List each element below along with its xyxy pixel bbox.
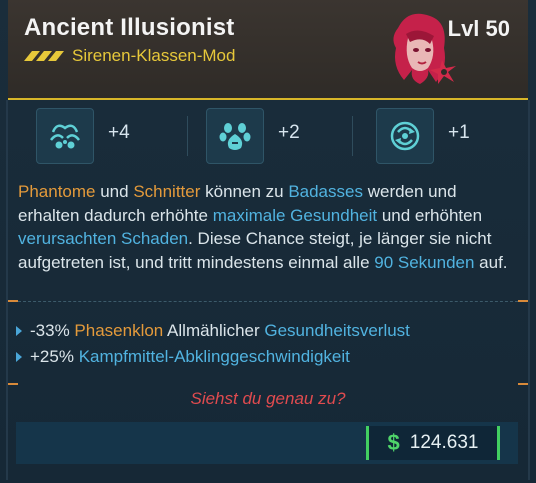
keyword-90-seconds: 90 Sekunden: [374, 252, 475, 272]
stat-icon-box: [376, 108, 434, 164]
list-item: -33% Phasenklon Allmählicher Gesundheits…: [16, 318, 516, 344]
stat-bonus-2: +2: [188, 106, 348, 164]
bullet-arrow-icon: [16, 352, 22, 362]
modifier-value: -33%: [30, 321, 75, 340]
stat-bonus-1: +4: [18, 106, 178, 164]
keyword-phasenklon: Phasenklon: [74, 321, 164, 340]
price-value: 124.631: [409, 432, 479, 453]
desc-text: können zu: [200, 182, 289, 201]
keyword-max-health: maximale Gesundheit: [212, 205, 378, 225]
price-display: $ 124.631: [366, 426, 500, 460]
stat-bonus-3: +1: [358, 106, 518, 164]
divider-mark-right: [518, 300, 528, 302]
item-title: Ancient Illusionist: [24, 14, 235, 41]
stat-modifier-list: -33% Phasenklon Allmählicher Gesundheits…: [16, 318, 516, 370]
item-type: Sirenen-Klassen-Mod: [72, 46, 236, 65]
stat-bonus-value: +1: [448, 122, 470, 143]
modifier-text: Allmählicher: [163, 321, 265, 340]
stat-bonus-value: +2: [278, 122, 300, 143]
bullet-arrow-icon: [16, 326, 22, 336]
item-description: Phantome und Schnitter können zu Badasse…: [18, 180, 518, 274]
stat-bonus-row: +4 +2 +1: [18, 106, 518, 166]
flavor-text: Siehst du genau zu?: [190, 389, 346, 408]
paw-icon: [219, 123, 251, 150]
item-type-row: Sirenen-Klassen-Mod: [24, 46, 235, 66]
stat-icon-box: [36, 108, 94, 164]
card-border-left: [6, 100, 8, 480]
keyword-damage-dealt: verursachten Schaden: [18, 229, 189, 248]
stat-separator: [352, 116, 353, 156]
keyword-schnitter: Schnitter: [133, 182, 201, 201]
keyword-health-loss: Gesundheitsverlust: [264, 321, 410, 340]
cycle-icon: [390, 121, 420, 151]
card-border-right: [528, 100, 530, 480]
desc-text: auf.: [474, 252, 508, 272]
keyword-phantome: Phantome: [18, 182, 96, 201]
section-divider: [18, 301, 518, 302]
divider-mark-left: [8, 383, 18, 385]
stat-icon-box: [206, 108, 264, 164]
siren-portrait-icon: [393, 13, 456, 84]
price-bar: $ 124.631: [16, 422, 518, 464]
keyword-ordnance-cooldown: Kampfmittel-Abklinggeschwindigkeit: [78, 347, 350, 366]
divider-mark-right: [518, 383, 528, 385]
desc-text: und erhöhten: [377, 205, 483, 225]
stat-separator: [187, 116, 188, 156]
phantom-icon: [50, 124, 80, 149]
keyword-badasses: Badasses: [288, 182, 363, 201]
rarity-chevrons-icon: [24, 51, 64, 61]
list-item: +25% Kampfmittel-Abklinggeschwindigkeit: [16, 344, 516, 370]
stat-bonus-value: +4: [108, 122, 130, 143]
desc-text: und: [95, 182, 134, 201]
currency-icon: $: [387, 430, 400, 455]
card-header: Ancient Illusionist Lvl 50 Sirenen-Klass…: [8, 0, 528, 100]
divider-mark-left: [8, 300, 18, 302]
modifier-value: +25%: [30, 347, 79, 366]
